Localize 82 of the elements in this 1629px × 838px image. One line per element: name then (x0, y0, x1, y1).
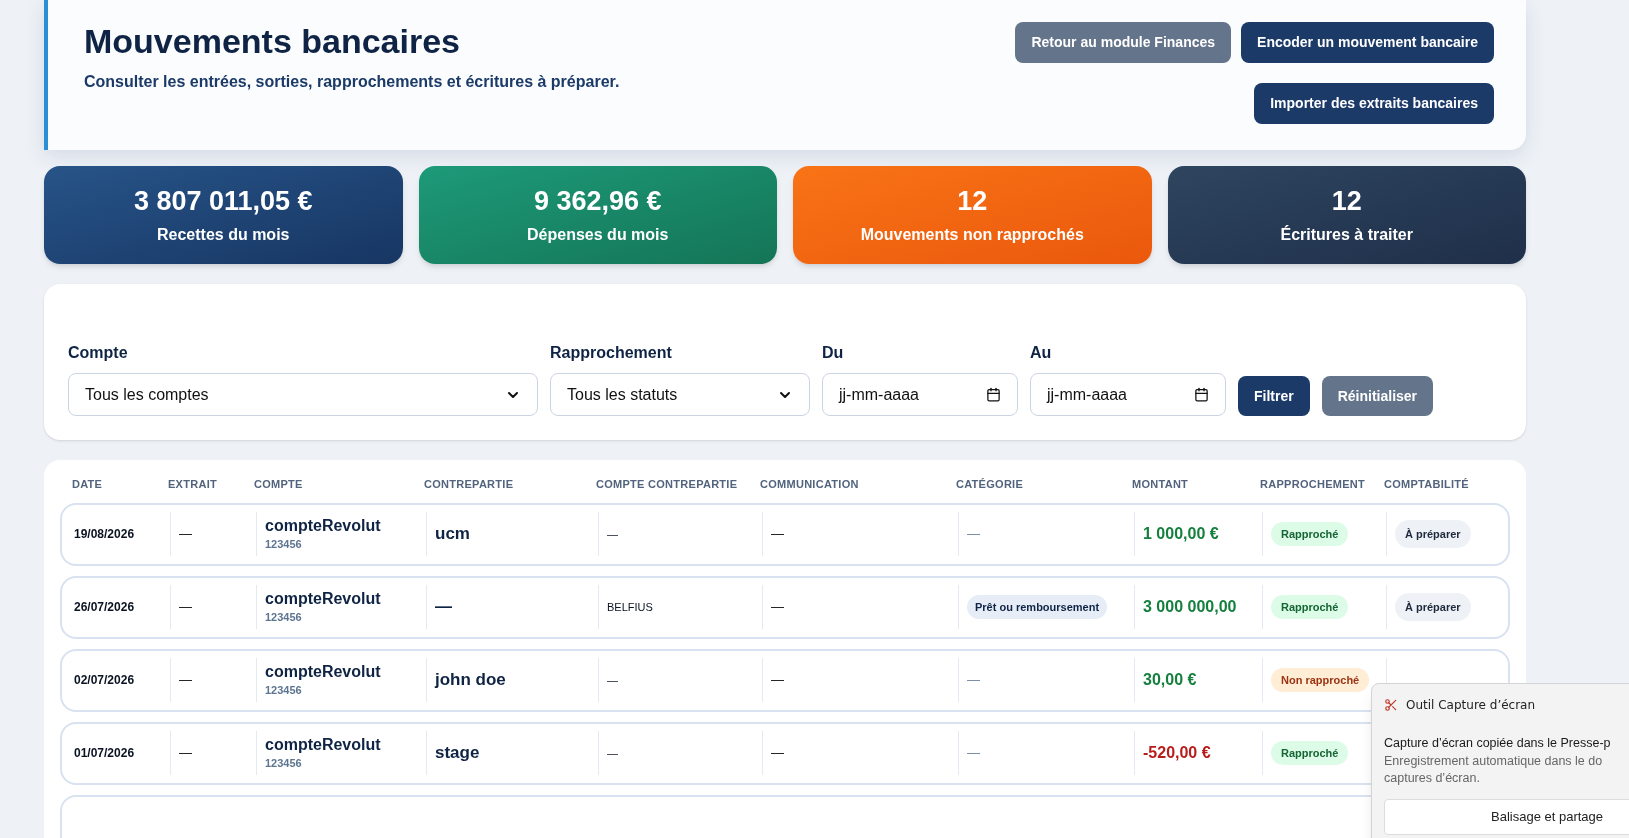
counterparty-cell-text: john doe (435, 669, 506, 692)
counter-account-cell-text: — (607, 745, 618, 761)
communication-cell-text: — (771, 671, 784, 690)
category-tag: Prêt ou remboursement (967, 594, 1108, 620)
category-cell-text: — (967, 525, 980, 544)
filter-button[interactable]: Réinitialiser (1321, 376, 1434, 416)
counterparty-cell-text: stage (435, 742, 480, 765)
stat-value: 3 807 011,05 € (133, 187, 313, 215)
stat-label: Recettes du mois (157, 226, 290, 243)
account-name: compteRevolut (265, 515, 382, 536)
stat-value: 12 (1331, 187, 1362, 215)
counter-account-cell-text: — (607, 672, 618, 688)
extrait-cell-text: — (179, 598, 192, 617)
date-field[interactable]: jj-mm-aaaa (1030, 373, 1226, 416)
column-header: COMMUNICATION (760, 477, 860, 492)
communication-cell-text: — (771, 525, 784, 544)
extrait-cell-text: — (179, 671, 192, 690)
header-button[interactable]: Importer des extraits bancaires (1254, 83, 1494, 124)
account-name: compteRevolut (265, 588, 382, 609)
category-cell-text: — (967, 671, 980, 690)
filter-label: Du (822, 343, 845, 363)
amount-cell-text: 1 000,00 € (1143, 524, 1219, 544)
account-number: 123456 (265, 755, 303, 771)
accounting-badge: À préparer (1395, 592, 1471, 622)
extrait-cell-text: — (179, 744, 192, 763)
column-header: EXTRAIT (168, 477, 218, 492)
notification-app: Outil Capture d’écran (1406, 697, 1536, 714)
column-header: COMPTABILITÉ (1384, 477, 1470, 492)
communication-cell-text: — (771, 744, 784, 763)
reconciliation-badge: Rapproché (1271, 594, 1349, 620)
account-number: 123456 (265, 536, 303, 552)
stat-value: 9 362,96 € (533, 187, 662, 215)
communication-cell-text: — (771, 598, 784, 617)
stat-label: Écritures à traiter (1280, 226, 1413, 243)
account-name: compteRevolut (265, 661, 382, 682)
column-header: MONTANT (1132, 477, 1190, 492)
counterparty-cell-text: ucm (435, 523, 470, 546)
date-cell-text: 19/08/2026 (74, 526, 136, 543)
notification-title: Capture d’écran copiée dans le Presse-p (1384, 735, 1612, 752)
column-header: DATE (72, 477, 104, 492)
reconciliation-badge: Rapproché (1271, 740, 1349, 766)
select-field[interactable]: Tous les statuts (550, 373, 810, 416)
extrait-cell-text: — (179, 525, 192, 544)
counter-account-cell-text: BELFIUS (607, 599, 653, 615)
counterparty-cell-text: — (435, 596, 452, 619)
calendar-icon (1194, 387, 1209, 402)
stat-label: Mouvements non rapprochés (860, 226, 1084, 243)
header-button[interactable]: Retour au module Finances (1015, 22, 1232, 63)
select-field[interactable]: Tous les comptes (68, 373, 538, 416)
account-name: compteRevolut (265, 734, 382, 755)
reconciliation-badge: Non rapproché (1271, 667, 1370, 693)
calendar-icon (986, 387, 1001, 402)
filter-label: Compte (68, 343, 129, 363)
filter-label: Rapprochement (550, 343, 673, 363)
stat-label: Dépenses du mois (527, 226, 669, 243)
column-header: RAPPROCHEMENT (1260, 477, 1367, 492)
stat-value: 12 (957, 187, 988, 215)
page-subtitle: Consulter les entrées, sorties, rapprochements et écritures à préparer. (84, 71, 621, 92)
counter-account-cell-text: — (607, 526, 618, 542)
date-cell-text: 26/07/2026 (74, 599, 136, 616)
accounting-badge: À préparer (1395, 519, 1471, 549)
account-number: 123456 (265, 682, 303, 698)
reconciliation-badge: Rapproché (1271, 521, 1349, 547)
column-header: COMPTE (254, 477, 304, 492)
header-button[interactable]: Encoder un mouvement bancaire (1241, 22, 1494, 63)
filter-label: Au (1030, 343, 1053, 363)
column-header: CATÉGORIE (956, 477, 1025, 492)
scissors-icon (1384, 698, 1398, 712)
notification-body: Enregistrement automatique dans le do captures d’écran. (1384, 752, 1604, 787)
date-cell-text: 01/07/2026 (74, 745, 136, 762)
column-header: CONTREPARTIE (424, 477, 515, 492)
category-cell-text: — (967, 744, 980, 763)
amount-cell-text: 3 000 000,00 (1143, 597, 1237, 617)
account-number: 123456 (265, 609, 303, 625)
column-header: COMPTE CONTREPARTIE (596, 477, 739, 492)
date-field[interactable]: jj-mm-aaaa (822, 373, 1018, 416)
date-cell-text: 02/07/2026 (74, 672, 136, 689)
filter-button[interactable]: Filtrer (1238, 376, 1310, 416)
page-title: Mouvements bancaires (84, 21, 462, 62)
notification-action-button[interactable]: Balisage et partage (1384, 799, 1629, 836)
amount-cell-text: -520,00 € (1143, 743, 1211, 763)
amount-cell-text: 30,00 € (1143, 670, 1197, 690)
